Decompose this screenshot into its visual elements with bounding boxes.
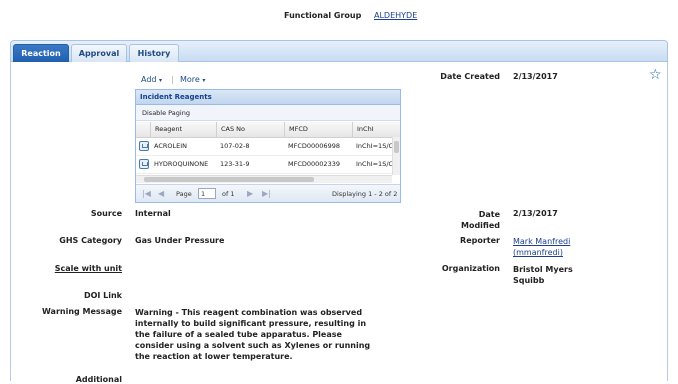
cell-inchi: InChI=1S/C [356,160,392,168]
date-modified-label-line2: Modified [460,221,500,230]
source-label: Source [90,209,122,218]
cell-cas: 123-31-9 [220,160,250,168]
warning-line: the reaction at lower temperature. [135,352,293,361]
ghs-category-label: GHS Category [59,236,122,245]
cell-reagent: ACROLEIN [154,142,188,150]
star-icon[interactable]: ☆ [649,67,662,83]
date-modified-value: 2/13/2017 [513,209,558,218]
reporter-name[interactable]: Mark Manfredi [513,236,570,247]
grid-title: Incident Reagents [136,90,400,105]
add-menu-label: Add [141,75,157,84]
chevron-down-icon: ▾ [202,77,206,84]
column-header-cas[interactable]: CAS No [216,122,284,137]
last-page-icon[interactable]: ▶| [262,185,271,202]
add-menu[interactable]: Add ▾ [141,75,162,84]
reporter-username[interactable]: (mmanfredi) [513,247,570,258]
date-modified-label-line1: Date [478,210,500,219]
reporter-link[interactable]: Mark Manfredi (mmanfredi) [513,236,570,258]
organization-line2: Squibb [513,276,545,285]
source-value: Internal [135,209,171,218]
vertical-scrollbar[interactable] [392,137,400,175]
column-header-mfcd[interactable]: MFCD [284,122,352,137]
doi-link-label: DOI Link [83,291,122,300]
grid-column-headers: Reagent CAS No MFCD InChI [136,122,400,138]
cell-mfcd: MFCD00006998 [288,142,340,150]
page-label: Page [176,190,192,198]
reporter-label: Reporter [460,236,500,245]
table-row[interactable]: HYDROQUINONE 123-31-9 MFCD00002339 InChI… [136,156,392,174]
cell-mfcd: MFCD00002339 [288,160,340,168]
reagent-detail-icon[interactable] [139,159,149,169]
page-number-input[interactable]: 1 [198,188,216,199]
scale-with-unit-label[interactable]: Scale with unit [55,264,122,273]
warning-line: consider using a solvent such as Xylenes… [135,341,371,350]
warning-line: internally to build significant pressure… [135,319,367,328]
additional-label: Additional [75,375,122,384]
warning-line: Warning - This reagent combination was o… [135,308,363,317]
warning-line: the failure of a sealed tube apparatus. … [135,330,342,339]
functional-group-link[interactable]: ALDEHYDE [374,11,417,20]
cell-inchi: InChI=1S/C [356,142,392,150]
tab-reaction[interactable]: Reaction [13,44,69,62]
date-created-value: 2/13/2017 [513,72,558,81]
previous-page-icon[interactable]: ◀ [158,185,164,202]
tab-approval[interactable]: Approval [71,44,127,62]
organization-line1: Bristol Myers [513,265,573,274]
functional-group-label: Functional Group [284,11,362,20]
first-page-icon[interactable]: |◀ [142,185,151,202]
column-header-reagent[interactable]: Reagent [150,122,216,137]
page-count-label: of 1 [222,190,235,198]
grid-pager: |◀ ◀ Page 1 of 1 ▶ ▶| Displaying 1 - 2 o… [136,184,400,202]
warning-message-label: Warning Message [42,307,122,316]
more-menu[interactable]: More ▾ [180,75,205,84]
column-header-inchi[interactable]: InChI [352,122,400,137]
warning-message-text: Warning - This reagent combination was o… [135,307,385,362]
organization-value: Bristol Myers Squibb [513,264,573,286]
cell-reagent: HYDROQUINONE [154,160,209,168]
displaying-count: Displaying 1 - 2 of 2 [332,190,398,198]
organization-label: Organization [441,264,500,273]
reagent-detail-icon[interactable] [139,141,149,151]
next-page-icon[interactable]: ▶ [247,185,253,202]
cell-cas: 107-02-8 [220,142,250,150]
incident-reagents-grid: Incident Reagents Disable Paging Reagent… [135,89,401,203]
chevron-down-icon: ▾ [159,77,163,84]
disable-paging-button[interactable]: Disable Paging [136,105,400,121]
horizontal-scrollbar[interactable] [136,175,392,183]
tab-history[interactable]: History [129,44,179,62]
ghs-category-value: Gas Under Pressure [135,236,225,245]
date-modified-label: Date Modified [461,209,500,231]
table-row[interactable]: ACROLEIN 107-02-8 MFCD00006998 InChI=1S/… [136,138,392,156]
toolbar-separator: | [171,75,174,84]
more-menu-label: More [180,75,200,84]
date-created-label: Date Created [440,72,500,81]
